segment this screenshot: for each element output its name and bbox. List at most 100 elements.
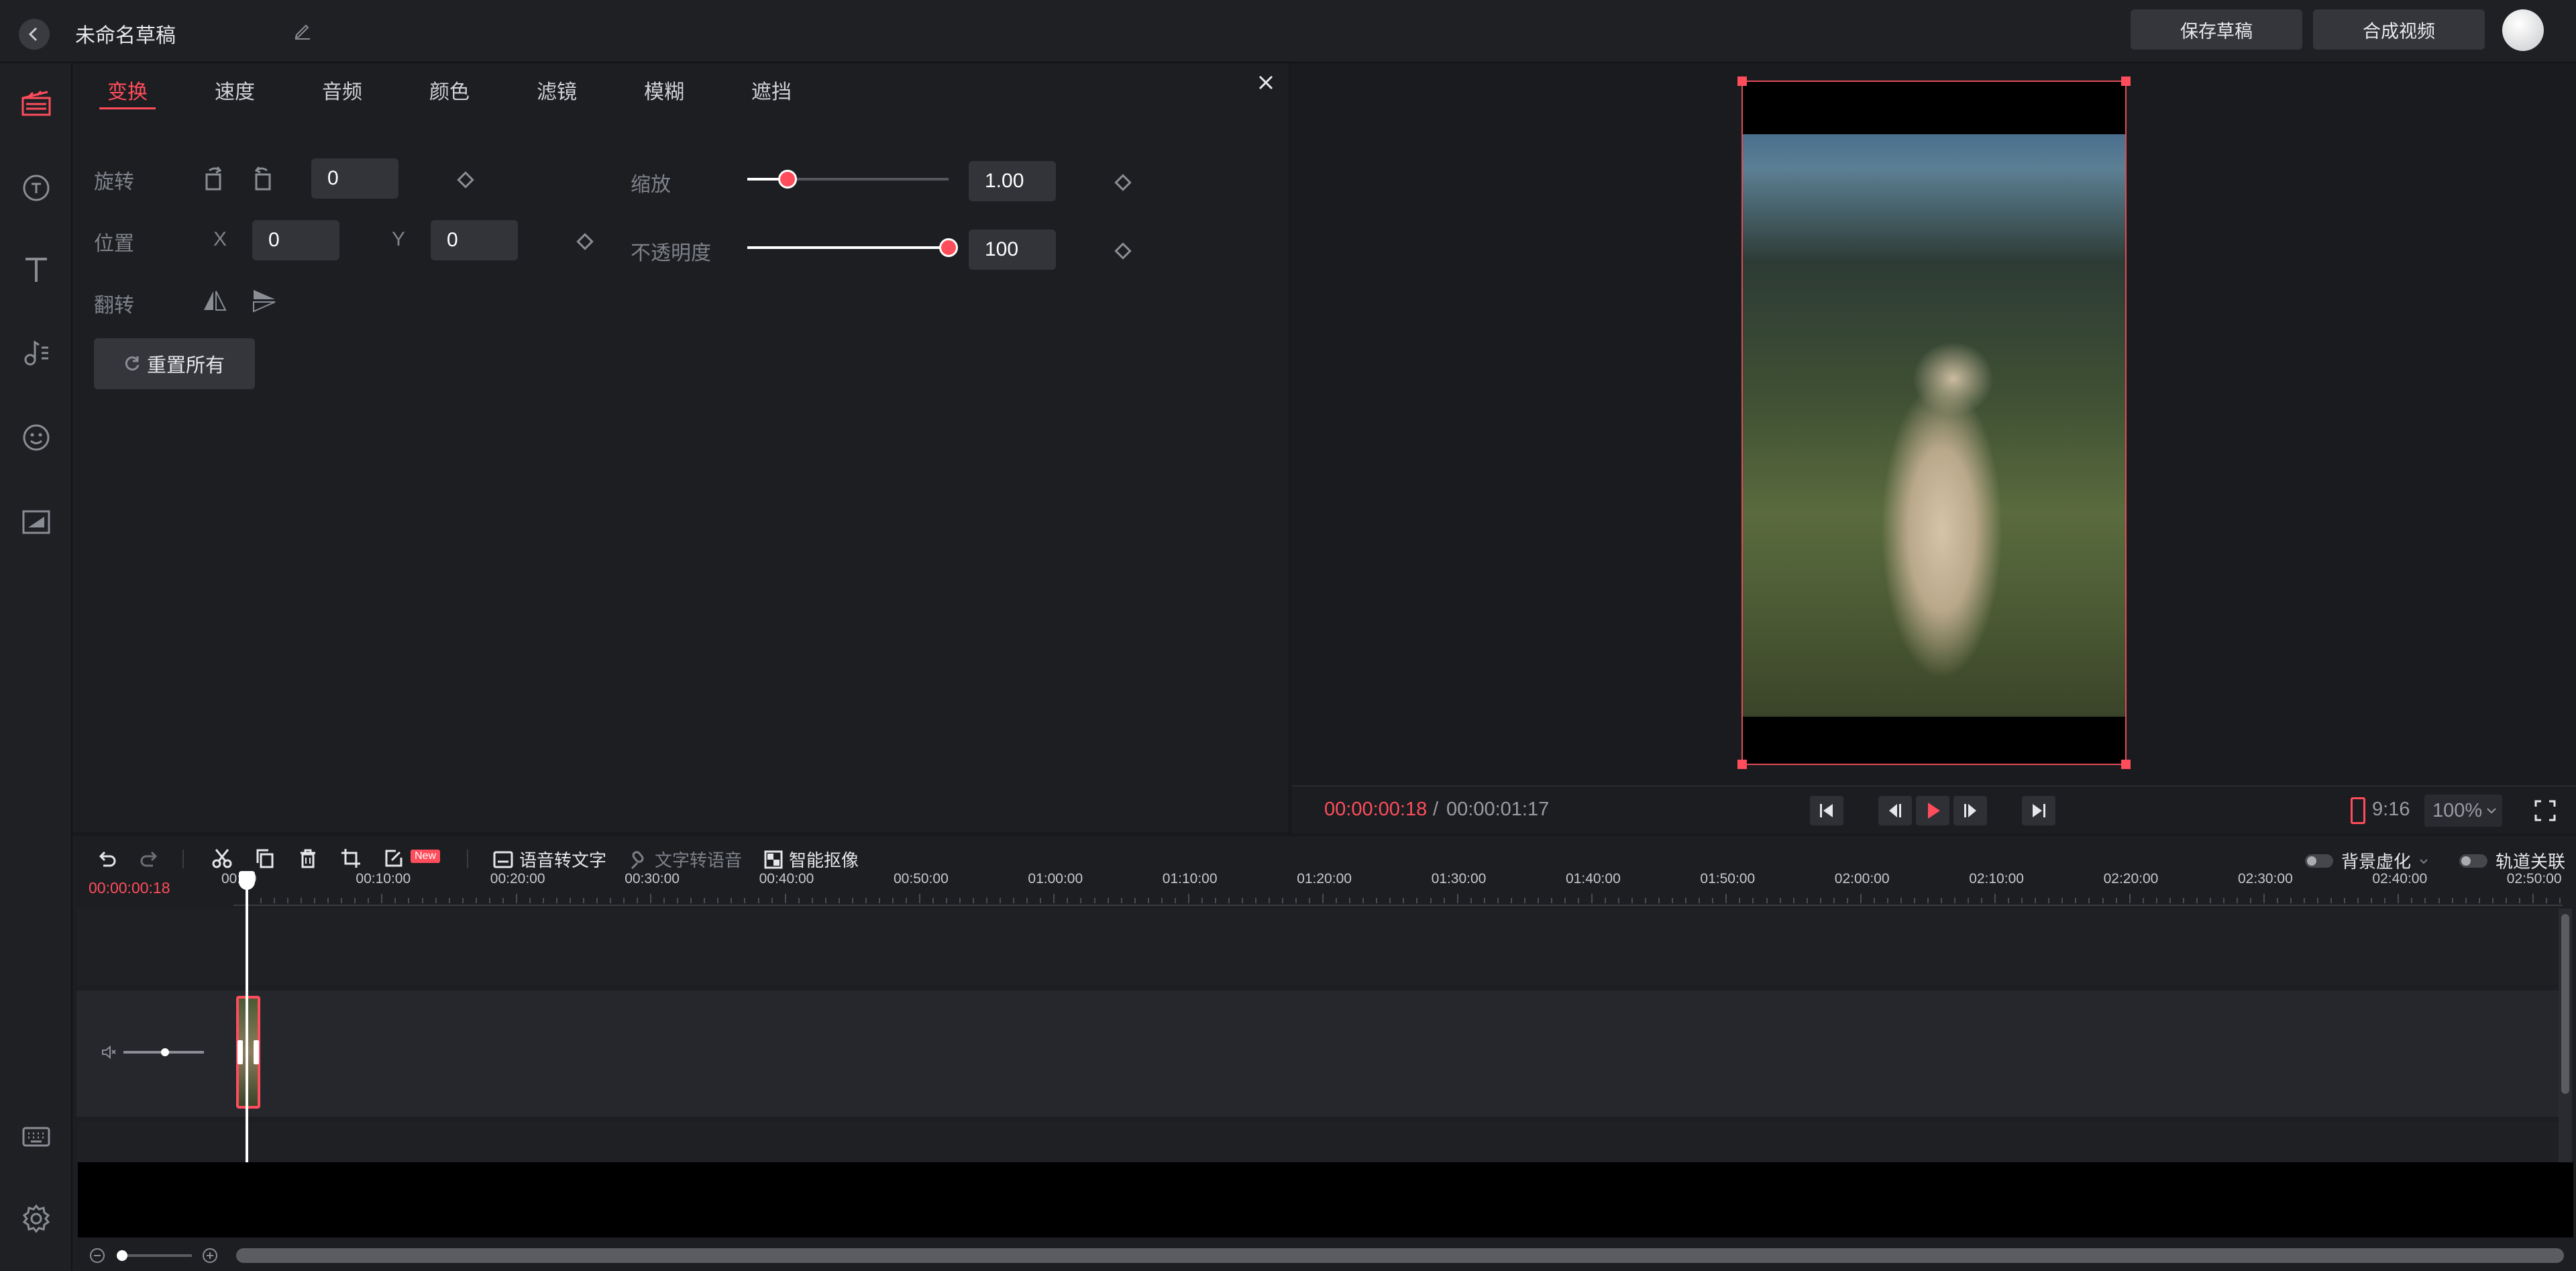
zoom-out-button[interactable] — [89, 1247, 106, 1264]
ruler-minor-tick — [1819, 898, 1821, 903]
rotate-left-icon[interactable] — [200, 165, 227, 192]
skip-to-end-button[interactable] — [2022, 796, 2055, 825]
video-clip[interactable] — [236, 996, 260, 1109]
aspect-ratio-label[interactable]: 9:16 — [2372, 799, 2410, 821]
flip-vertical-icon[interactable] — [251, 287, 278, 314]
toggle-switch[interactable] — [2305, 854, 2333, 868]
close-icon[interactable] — [1256, 72, 1276, 93]
split-button[interactable] — [211, 847, 233, 870]
timeline-zoom-handle[interactable] — [117, 1250, 127, 1261]
video-canvas[interactable] — [1741, 81, 2127, 765]
resize-handle-bottom-right[interactable] — [2121, 760, 2131, 769]
reset-all-button[interactable]: 重置所有 — [94, 338, 255, 389]
opacity-label: 不透明度 — [631, 242, 711, 264]
ruler-minor-tick — [1779, 898, 1781, 903]
scale-handle[interactable] — [778, 170, 797, 189]
opacity-input[interactable]: 100 — [969, 230, 1056, 270]
ruler-minor-tick — [1618, 898, 1620, 903]
ruler-minor-tick — [1699, 898, 1701, 903]
scale-input[interactable]: 1.00 — [969, 161, 1056, 201]
toggle-switch[interactable] — [2459, 854, 2487, 868]
export-video-button[interactable]: 合成视频 — [2313, 9, 2485, 50]
fullscreen-button[interactable] — [2532, 797, 2559, 824]
zoom-select[interactable]: 100% — [2424, 795, 2502, 827]
skip-to-start-button[interactable] — [1810, 796, 1843, 825]
zoom-in-button[interactable] — [201, 1247, 219, 1264]
next-frame-button[interactable] — [1953, 796, 1987, 825]
rotate-keyframe-icon[interactable] — [457, 171, 474, 189]
speech-to-text-button[interactable]: 语音转文字 — [492, 847, 606, 872]
ruler-minor-tick — [569, 898, 571, 903]
total-time: 00:00:01:17 — [1446, 799, 1550, 820]
tab-speed[interactable]: 速度 — [215, 75, 255, 105]
edit-title-icon[interactable] — [292, 20, 313, 40]
resize-handle-bottom-left[interactable] — [1737, 760, 1747, 769]
track-volume-slider[interactable] — [123, 1048, 204, 1056]
tab-transform[interactable]: 变换 — [107, 75, 148, 105]
undo-button[interactable] — [95, 847, 118, 870]
delete-button[interactable] — [297, 847, 319, 870]
clip-trim-handle-right[interactable] — [254, 1040, 259, 1064]
scale-slider[interactable] — [747, 169, 949, 189]
position-x-input[interactable]: 0 — [252, 220, 339, 260]
track-link-label: 轨道关联 — [2496, 852, 2566, 872]
aspect-ratio-icon[interactable] — [2351, 797, 2365, 824]
clip-trim-handle-left[interactable] — [237, 1040, 243, 1064]
sticker-icon[interactable] — [17, 169, 55, 207]
vertical-scrollbar[interactable] — [2559, 909, 2572, 1170]
rotate-input[interactable]: 0 — [311, 158, 398, 199]
track-volume-handle[interactable] — [161, 1048, 169, 1056]
text-icon[interactable] — [17, 251, 55, 289]
ruler-major-tick — [2129, 894, 2131, 903]
scale-keyframe-icon[interactable] — [1114, 174, 1132, 191]
time-ruler[interactable]: 00:0000:10:0000:20:0000:30:0000:40:0000:… — [221, 871, 2563, 906]
media-icon[interactable] — [17, 85, 55, 122]
playhead-knob[interactable] — [239, 871, 255, 890]
keyboard-icon[interactable] — [17, 1118, 55, 1156]
image-icon[interactable] — [17, 503, 55, 541]
position-keyframe-icon[interactable] — [576, 233, 594, 250]
draft-title[interactable]: 未命名草稿 — [75, 19, 176, 48]
rotate-right-icon[interactable] — [250, 165, 276, 192]
avatar[interactable] — [2502, 9, 2544, 51]
timeline-zoom-slider[interactable] — [117, 1250, 192, 1261]
track-link-toggle[interactable]: 轨道关联 — [2459, 848, 2565, 873]
audio-icon[interactable] — [17, 334, 55, 372]
background-blur-toggle[interactable]: 背景虚化 — [2305, 848, 2430, 873]
redo-button[interactable] — [138, 847, 161, 870]
prev-frame-button[interactable] — [1878, 796, 1912, 825]
ruler-minor-tick — [946, 898, 948, 903]
tab-filter[interactable]: 滤镜 — [537, 75, 577, 105]
position-y-input[interactable]: 0 — [431, 220, 518, 260]
ruler-minor-tick — [1026, 898, 1028, 903]
ruler-minor-tick — [2088, 898, 2090, 903]
play-button[interactable] — [1916, 796, 1949, 825]
tab-color[interactable]: 颜色 — [429, 75, 470, 105]
horizontal-scrollbar[interactable] — [236, 1248, 2564, 1263]
opacity-slider[interactable] — [747, 238, 958, 258]
new-feature-button[interactable] — [382, 847, 405, 870]
settings-icon[interactable] — [17, 1200, 55, 1237]
playhead[interactable] — [239, 871, 255, 1170]
save-draft-button[interactable]: 保存草稿 — [2131, 9, 2302, 50]
copy-button[interactable] — [254, 847, 276, 870]
opacity-handle[interactable] — [939, 238, 958, 257]
ruler-minor-tick — [1672, 898, 1674, 903]
tab-audio[interactable]: 音频 — [322, 75, 362, 105]
ruler-minor-tick — [663, 898, 665, 903]
resize-handle-top-left[interactable] — [1737, 77, 1747, 86]
smart-cutout-button[interactable]: 智能抠像 — [763, 847, 859, 872]
resize-handle-top-right[interactable] — [2121, 77, 2131, 86]
tab-blur[interactable]: 模糊 — [644, 75, 684, 105]
flip-horizontal-icon[interactable] — [201, 287, 228, 314]
back-button[interactable] — [19, 19, 50, 50]
opacity-keyframe-icon[interactable] — [1114, 242, 1132, 260]
ruler-major-tick — [1994, 894, 1996, 903]
crop-button[interactable] — [339, 847, 362, 870]
vertical-scrollbar-thumb[interactable] — [2561, 914, 2569, 1094]
mute-icon[interactable] — [101, 1044, 117, 1060]
text-to-speech-button[interactable]: 文字转语音 — [628, 847, 742, 872]
emoji-icon[interactable] — [17, 419, 55, 456]
tab-mask[interactable]: 遮挡 — [751, 75, 792, 105]
ruler-minor-tick — [2424, 898, 2426, 903]
